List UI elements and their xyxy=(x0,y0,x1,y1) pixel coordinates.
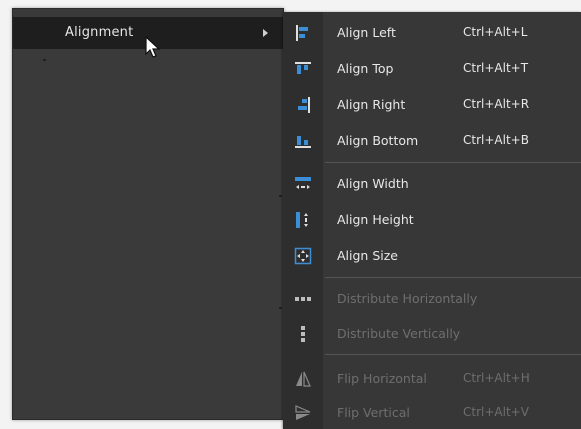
menu-item-align-width[interactable]: Align Width xyxy=(283,167,581,201)
menu-item-distribute-vertically[interactable]: Distribute Vertically xyxy=(283,317,581,351)
menu-item-shortcut: Ctrl+Alt+L xyxy=(463,25,528,39)
menu-item-align-size[interactable]: Align Size xyxy=(283,239,581,273)
menu-item-shortcut: Ctrl+Alt+B xyxy=(463,133,529,147)
parent-context-menu: Alignment xyxy=(12,8,284,420)
menu-separator xyxy=(325,277,581,278)
menu-item-alignment-label: Alignment xyxy=(65,25,134,40)
mouse-cursor-icon xyxy=(145,36,161,58)
menu-item-label: Align Height xyxy=(337,212,414,227)
menu-item-align-height[interactable]: Align Height xyxy=(283,203,581,237)
menu-item-shortcut: Ctrl+Alt+V xyxy=(463,405,529,419)
menu-item-shortcut: Ctrl+Alt+H xyxy=(463,371,530,385)
separator-mark xyxy=(279,195,282,197)
menu-item-shortcut: Ctrl+Alt+T xyxy=(463,61,529,75)
menu-item-align-left[interactable]: Align Left Ctrl+Alt+L xyxy=(283,16,581,50)
align-width-icon xyxy=(295,177,311,189)
menu-item-shortcut: Ctrl+Alt+R xyxy=(463,97,530,111)
distribute-vertical-icon xyxy=(301,326,305,342)
align-left-icon xyxy=(296,25,308,41)
menu-item-label: Flip Horizontal xyxy=(337,371,427,386)
menu-separator xyxy=(325,354,581,355)
menu-item-label: Align Top xyxy=(337,61,394,76)
submenu-arrow-icon xyxy=(263,29,268,37)
menu-item-align-right[interactable]: Align Right Ctrl+Alt+R xyxy=(283,88,581,122)
menu-item-align-bottom[interactable]: Align Bottom Ctrl+Alt+B xyxy=(283,124,581,158)
menu-item-align-top[interactable]: Align Top Ctrl+Alt+T xyxy=(283,52,581,86)
menu-separator xyxy=(325,162,581,163)
align-size-icon xyxy=(294,247,312,265)
align-top-icon xyxy=(295,62,311,74)
align-height-icon xyxy=(296,212,308,228)
menu-item-label: Distribute Vertically xyxy=(337,326,461,341)
separator-mark xyxy=(43,59,46,61)
screen: Alignment Align Left Ctrl+Alt+L Align To… xyxy=(0,0,581,429)
menu-item-label: Align Width xyxy=(337,176,409,191)
separator-mark xyxy=(279,307,282,309)
menu-item-label: Align Right xyxy=(337,97,406,112)
menu-item-label: Align Size xyxy=(337,248,398,263)
distribute-horizontal-icon xyxy=(295,297,311,301)
menu-item-label: Flip Vertical xyxy=(337,405,410,420)
menu-item-distribute-horizontally[interactable]: Distribute Horizontally xyxy=(283,282,581,316)
menu-item-flip-vertical[interactable]: Flip Vertical Ctrl+Alt+V xyxy=(283,396,581,429)
align-right-icon xyxy=(298,97,310,113)
flip-vertical-icon xyxy=(295,405,311,420)
menu-item-label: Align Bottom xyxy=(337,133,419,148)
menu-item-label: Align Left xyxy=(337,25,396,40)
flip-horizontal-icon xyxy=(296,371,311,387)
menu-item-flip-horizontal[interactable]: Flip Horizontal Ctrl+Alt+H xyxy=(283,362,581,396)
menu-item-label: Distribute Horizontally xyxy=(337,291,478,306)
alignment-submenu: Align Left Ctrl+Alt+L Align Top Ctrl+Alt… xyxy=(283,12,581,429)
align-bottom-icon xyxy=(295,136,311,148)
